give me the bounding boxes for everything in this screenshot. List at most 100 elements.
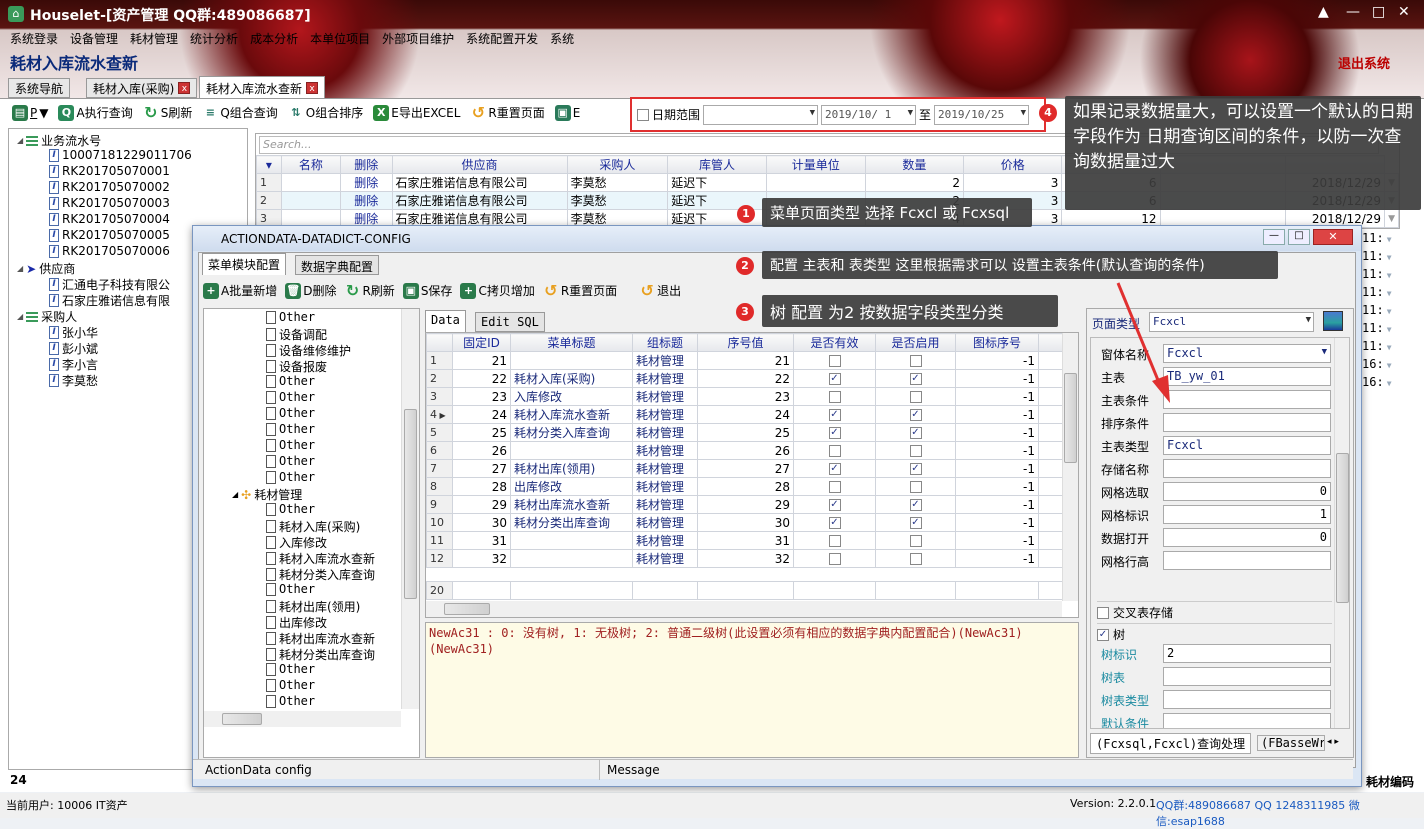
field-input[interactable]	[1163, 551, 1331, 570]
cell-enabled[interactable]	[875, 351, 956, 370]
field-input[interactable]: Fcxcl	[1163, 436, 1331, 455]
cell-icon-index[interactable]: -1	[955, 459, 1039, 478]
cell-price[interactable]: 3	[963, 173, 1063, 192]
cell-icon-index[interactable]: -1	[955, 531, 1039, 550]
column-header[interactable]: 名称	[280, 155, 342, 174]
column-header[interactable]: 固定ID	[452, 333, 511, 352]
table-row[interactable]: 10 30 耗材分类出库查询 耗材管理 30 ✓ ✓ -1	[426, 513, 1063, 532]
menu-item[interactable]: 设备管理	[70, 30, 118, 47]
table-row[interactable]: 9 29 耗材出库流水查新 耗材管理 29 ✓ ✓ -1	[426, 495, 1063, 514]
tree-node[interactable]: Other	[266, 390, 315, 404]
cell-seq[interactable]: 25	[697, 423, 794, 442]
tree-node[interactable]: 设备报废	[266, 358, 327, 375]
expand-toggle-icon[interactable]: ◢	[17, 312, 23, 321]
menu-item[interactable]: 系统	[550, 30, 574, 47]
tree-node[interactable]: Other	[266, 454, 315, 468]
time-cell[interactable]: 11: ▼	[1362, 231, 1400, 249]
delete-link[interactable]: 删除	[340, 173, 393, 192]
tree-field-input[interactable]	[1163, 713, 1331, 728]
column-header[interactable]: 数量	[864, 155, 965, 174]
cell-group[interactable]: 耗材管理	[632, 513, 698, 532]
dialog-toolbar-button[interactable]: + A批量新增	[203, 282, 277, 299]
tree-field-input[interactable]	[1163, 690, 1331, 709]
cell-seq[interactable]: 30	[697, 513, 794, 532]
time-cell[interactable]: 11: ▼	[1362, 339, 1400, 357]
tree-node[interactable]: ◢ ➤ 供应商	[17, 260, 75, 277]
tree-node[interactable]: Other	[266, 502, 315, 516]
cell-icon-index[interactable]: -1	[955, 513, 1039, 532]
cell-valid[interactable]	[793, 477, 876, 496]
time-cell[interactable]: 16: ▼	[1362, 357, 1400, 375]
time-cell[interactable]: 11: ▼	[1362, 321, 1400, 339]
cell-id[interactable]: 27	[452, 459, 511, 478]
cell-valid[interactable]	[793, 531, 876, 550]
expand-toggle-icon[interactable]: ◢	[17, 136, 23, 145]
tree-field-input[interactable]: 2	[1163, 644, 1331, 663]
tree-node[interactable]: 耗材出库流水查新	[266, 630, 375, 647]
menu-item[interactable]: 本单位项目	[310, 30, 370, 47]
cell-enabled[interactable]	[875, 531, 956, 550]
cell-seq[interactable]: 29	[697, 495, 794, 514]
tree-node[interactable]: 耗材出库(领用)	[266, 598, 360, 615]
export-excel-button[interactable]: X E导出EXCEL	[373, 104, 460, 121]
refresh-button[interactable]: ↻ S刷新	[143, 104, 192, 121]
table-row[interactable]: 7 27 耗材出库(领用) 耗材管理 27 ✓ ✓ -1	[426, 459, 1063, 478]
cell-title[interactable]	[510, 441, 633, 460]
cell-enabled[interactable]	[875, 477, 956, 496]
time-cell[interactable]: 11: ▼	[1362, 285, 1400, 303]
scroll-thumb[interactable]	[404, 409, 417, 599]
checkbox[interactable]	[909, 535, 922, 547]
tree-field-input[interactable]	[1163, 667, 1331, 686]
dialog-toolbar-button[interactable]: + C拷贝增加	[460, 282, 535, 299]
table-row[interactable]: 4 ▶ 24 耗材入库流水查新 耗材管理 24 ✓ ✓ -1	[426, 405, 1063, 424]
column-header[interactable]: 组标题	[632, 333, 698, 352]
scroll-thumb[interactable]	[222, 713, 262, 725]
menu-item[interactable]: 系统登录	[10, 30, 58, 47]
cell-id[interactable]: 22	[452, 369, 511, 388]
tree-node[interactable]: I RK201705070002	[49, 180, 170, 194]
checkbox[interactable]: ✓	[909, 517, 922, 529]
cell-group[interactable]: 耗材管理	[632, 477, 698, 496]
close-button[interactable]: ✕	[1398, 4, 1410, 20]
tree-node[interactable]: 出库修改	[266, 614, 327, 631]
checkbox[interactable]	[909, 355, 922, 367]
date-range-checkbox[interactable]	[637, 108, 649, 121]
tree-node[interactable]: Other	[266, 310, 315, 324]
column-header[interactable]: 图标序号	[955, 333, 1039, 352]
cell-valid[interactable]: ✓	[793, 423, 876, 442]
menu-item[interactable]: 成本分析	[250, 30, 298, 47]
cell-id[interactable]: 23	[452, 387, 511, 406]
checkbox[interactable]: ✓	[828, 517, 841, 529]
cell-valid[interactable]: ✓	[793, 369, 876, 388]
cell-group[interactable]: 耗材管理	[632, 405, 698, 424]
cell-group[interactable]: 耗材管理	[632, 369, 698, 388]
cell-enabled[interactable]	[875, 549, 956, 568]
cell-icon-index[interactable]: -1	[955, 405, 1039, 424]
tree-node[interactable]: Other	[266, 438, 315, 452]
tab-nav[interactable]: 系统导航	[8, 78, 71, 98]
column-header[interactable]: 是否启用	[875, 333, 956, 352]
grid-vscroll[interactable]	[1062, 333, 1078, 601]
cell-enabled[interactable]: ✓	[875, 369, 956, 388]
cell-group[interactable]: 耗材管理	[632, 423, 698, 442]
column-header[interactable]: 供应商	[391, 155, 568, 174]
pin-icon[interactable]: ▲	[1318, 4, 1329, 20]
tab-inbound-flow[interactable]: 耗材入库流水查新 x	[199, 76, 326, 99]
reset-page-button[interactable]: ↺ R重置页面	[470, 104, 545, 121]
tab-scroll-arrows[interactable]: ◂ ▸	[1327, 737, 1339, 747]
cell-name[interactable]	[280, 191, 342, 210]
cell-icon-index[interactable]: -1	[955, 477, 1039, 496]
date-to-picker[interactable]: 2019/10/25 ▼	[934, 104, 1030, 125]
field-input[interactable]: 0	[1163, 482, 1331, 501]
combo-query-button[interactable]: ≡ Q组合查询	[202, 104, 278, 121]
field-input[interactable]	[1163, 390, 1331, 409]
checkbox[interactable]: ✓	[909, 463, 922, 475]
tree-node[interactable]: 入库修改	[266, 534, 327, 551]
tab-fbase[interactable]: (FBasseWr	[1257, 735, 1325, 751]
tree-node[interactable]: I 石家庄雅诺信息有限	[49, 292, 170, 309]
cell-buyer[interactable]: 李莫愁	[566, 173, 669, 192]
cell-group[interactable]: 耗材管理	[632, 441, 698, 460]
date-field-select[interactable]: ▼	[703, 104, 819, 125]
cell-seq[interactable]: 26	[697, 441, 794, 460]
checkbox[interactable]	[828, 355, 841, 367]
